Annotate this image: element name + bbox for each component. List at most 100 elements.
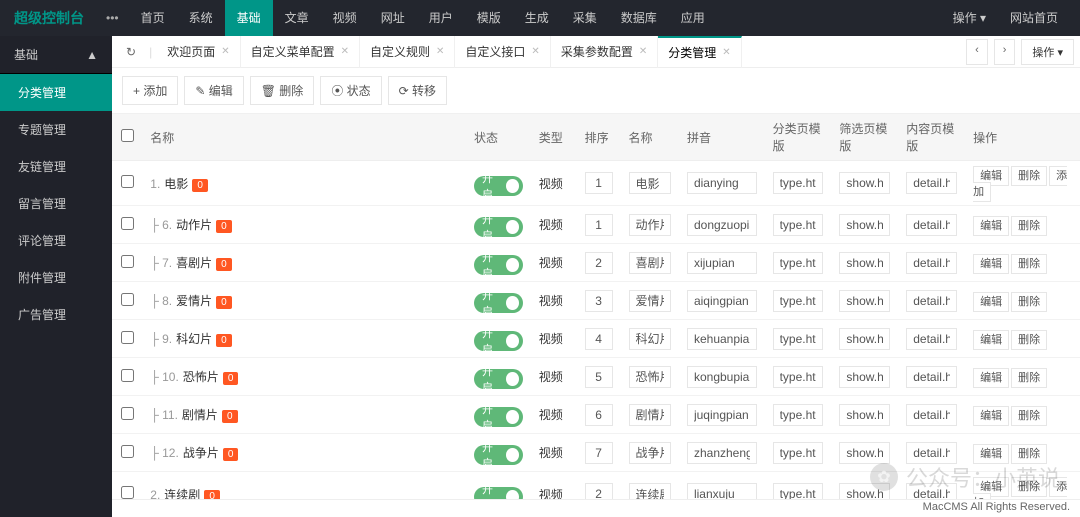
sort-input[interactable] (585, 172, 613, 194)
delete-button[interactable]: 🗑 删除 (250, 76, 315, 105)
name2-input[interactable] (629, 442, 671, 464)
pinyin-input[interactable] (687, 214, 757, 236)
tpl-type-input[interactable] (773, 483, 824, 499)
tpl-type-input[interactable] (773, 214, 824, 236)
row-name[interactable]: 恐怖片 (183, 370, 219, 384)
tabs-prev[interactable]: ‹ (966, 39, 988, 65)
row-checkbox[interactable] (121, 369, 134, 382)
tpl-detail-input[interactable] (906, 483, 957, 499)
tpl-show-input[interactable] (839, 366, 890, 388)
tab-欢迎页面[interactable]: 欢迎页面✕ (157, 36, 240, 68)
sort-input[interactable] (585, 214, 613, 236)
sidebar-item-留言管理[interactable]: 留言管理 (0, 185, 112, 222)
row-delete-button[interactable]: 删除 (1011, 368, 1047, 388)
name2-input[interactable] (629, 328, 671, 350)
add-button[interactable]: + 添加 (122, 76, 178, 105)
sidebar-collapse-icon[interactable]: ▲ (86, 48, 98, 62)
row-checkbox[interactable] (121, 293, 134, 306)
status-toggle[interactable]: 开启 (474, 487, 523, 500)
row-name[interactable]: 喜剧片 (176, 256, 212, 270)
row-name[interactable]: 剧情片 (182, 408, 218, 422)
row-name[interactable]: 战争片 (183, 446, 219, 460)
tpl-detail-input[interactable] (906, 328, 957, 350)
table-scroll[interactable]: 名称 状态 类型 排序 名称 拼音 分类页模版 筛选页模版 内容页模版 操作 1… (112, 114, 1080, 499)
sidebar-item-评论管理[interactable]: 评论管理 (0, 222, 112, 259)
row-edit-button[interactable]: 编辑 (973, 330, 1009, 350)
row-checkbox[interactable] (121, 407, 134, 420)
nav-item-采集[interactable]: 采集 (561, 0, 609, 36)
nav-item-系统[interactable]: 系统 (177, 0, 225, 36)
tpl-show-input[interactable] (839, 483, 890, 499)
top-operate[interactable]: 操作 ▾ (941, 0, 998, 36)
status-toggle[interactable]: 开启 (474, 176, 523, 196)
status-toggle[interactable]: 开启 (474, 369, 523, 389)
row-name[interactable]: 动作片 (176, 218, 212, 232)
row-delete-button[interactable]: 删除 (1011, 254, 1047, 274)
edit-button[interactable]: ✎ 编辑 (184, 76, 243, 105)
top-site-home[interactable]: 网站首页 (998, 0, 1070, 36)
row-name[interactable]: 连续剧 (164, 488, 200, 500)
row-delete-button[interactable]: 删除 (1011, 216, 1047, 236)
tpl-detail-input[interactable] (906, 442, 957, 464)
sidebar-item-广告管理[interactable]: 广告管理 (0, 296, 112, 333)
name2-input[interactable] (629, 252, 671, 274)
status-toggle[interactable]: 开启 (474, 293, 523, 313)
nav-item-生成[interactable]: 生成 (513, 0, 561, 36)
tpl-type-input[interactable] (773, 366, 824, 388)
nav-item-基础[interactable]: 基础 (225, 0, 273, 36)
nav-item-首页[interactable]: 首页 (129, 0, 177, 36)
sort-input[interactable] (585, 328, 613, 350)
tab-自定义规则[interactable]: 自定义规则✕ (360, 36, 455, 68)
status-toggle[interactable]: 开启 (474, 445, 523, 465)
tpl-show-input[interactable] (839, 252, 890, 274)
sort-input[interactable] (585, 252, 613, 274)
tpl-show-input[interactable] (839, 290, 890, 312)
tpl-detail-input[interactable] (906, 172, 957, 194)
tabs-next[interactable]: › (994, 39, 1016, 65)
tabs-operate[interactable]: 操作 ▾ (1021, 39, 1074, 65)
close-icon[interactable]: ✕ (531, 46, 539, 57)
row-edit-button[interactable]: 编辑 (973, 292, 1009, 312)
tpl-type-input[interactable] (773, 442, 824, 464)
tpl-show-input[interactable] (839, 404, 890, 426)
status-toggle[interactable]: 开启 (474, 255, 523, 275)
row-delete-button[interactable]: 删除 (1011, 406, 1047, 426)
tpl-type-input[interactable] (773, 290, 824, 312)
row-edit-button[interactable]: 编辑 (973, 406, 1009, 426)
name2-input[interactable] (629, 404, 671, 426)
nav-item-模版[interactable]: 模版 (465, 0, 513, 36)
pinyin-input[interactable] (687, 404, 757, 426)
nav-item-数据库[interactable]: 数据库 (609, 0, 669, 36)
row-delete-button[interactable]: 删除 (1011, 477, 1047, 497)
row-edit-button[interactable]: 编辑 (973, 368, 1009, 388)
pinyin-input[interactable] (687, 442, 757, 464)
pinyin-input[interactable] (687, 172, 757, 194)
close-icon[interactable]: ✕ (221, 46, 229, 57)
row-checkbox[interactable] (121, 445, 134, 458)
tpl-detail-input[interactable] (906, 404, 957, 426)
nav-item-文章[interactable]: 文章 (273, 0, 321, 36)
sort-input[interactable] (585, 366, 613, 388)
status-toggle[interactable]: 开启 (474, 331, 523, 351)
name2-input[interactable] (629, 366, 671, 388)
name2-input[interactable] (629, 483, 671, 499)
move-button[interactable]: ⟳ 转移 (388, 76, 447, 105)
sort-input[interactable] (585, 483, 613, 499)
row-delete-button[interactable]: 删除 (1011, 444, 1047, 464)
tpl-show-input[interactable] (839, 442, 890, 464)
nav-item-应用[interactable]: 应用 (669, 0, 717, 36)
close-icon[interactable]: ✕ (436, 46, 444, 57)
tpl-show-input[interactable] (839, 172, 890, 194)
nav-more-icon[interactable]: ••• (96, 11, 129, 25)
close-icon[interactable]: ✕ (639, 46, 647, 57)
tpl-show-input[interactable] (839, 328, 890, 350)
tpl-detail-input[interactable] (906, 252, 957, 274)
tab-分类管理[interactable]: 分类管理✕ (658, 36, 741, 68)
close-icon[interactable]: ✕ (341, 46, 349, 57)
close-icon[interactable]: ✕ (722, 47, 730, 58)
sort-input[interactable] (585, 290, 613, 312)
name2-input[interactable] (629, 172, 671, 194)
row-checkbox[interactable] (121, 331, 134, 344)
tpl-type-input[interactable] (773, 328, 824, 350)
tpl-detail-input[interactable] (906, 366, 957, 388)
